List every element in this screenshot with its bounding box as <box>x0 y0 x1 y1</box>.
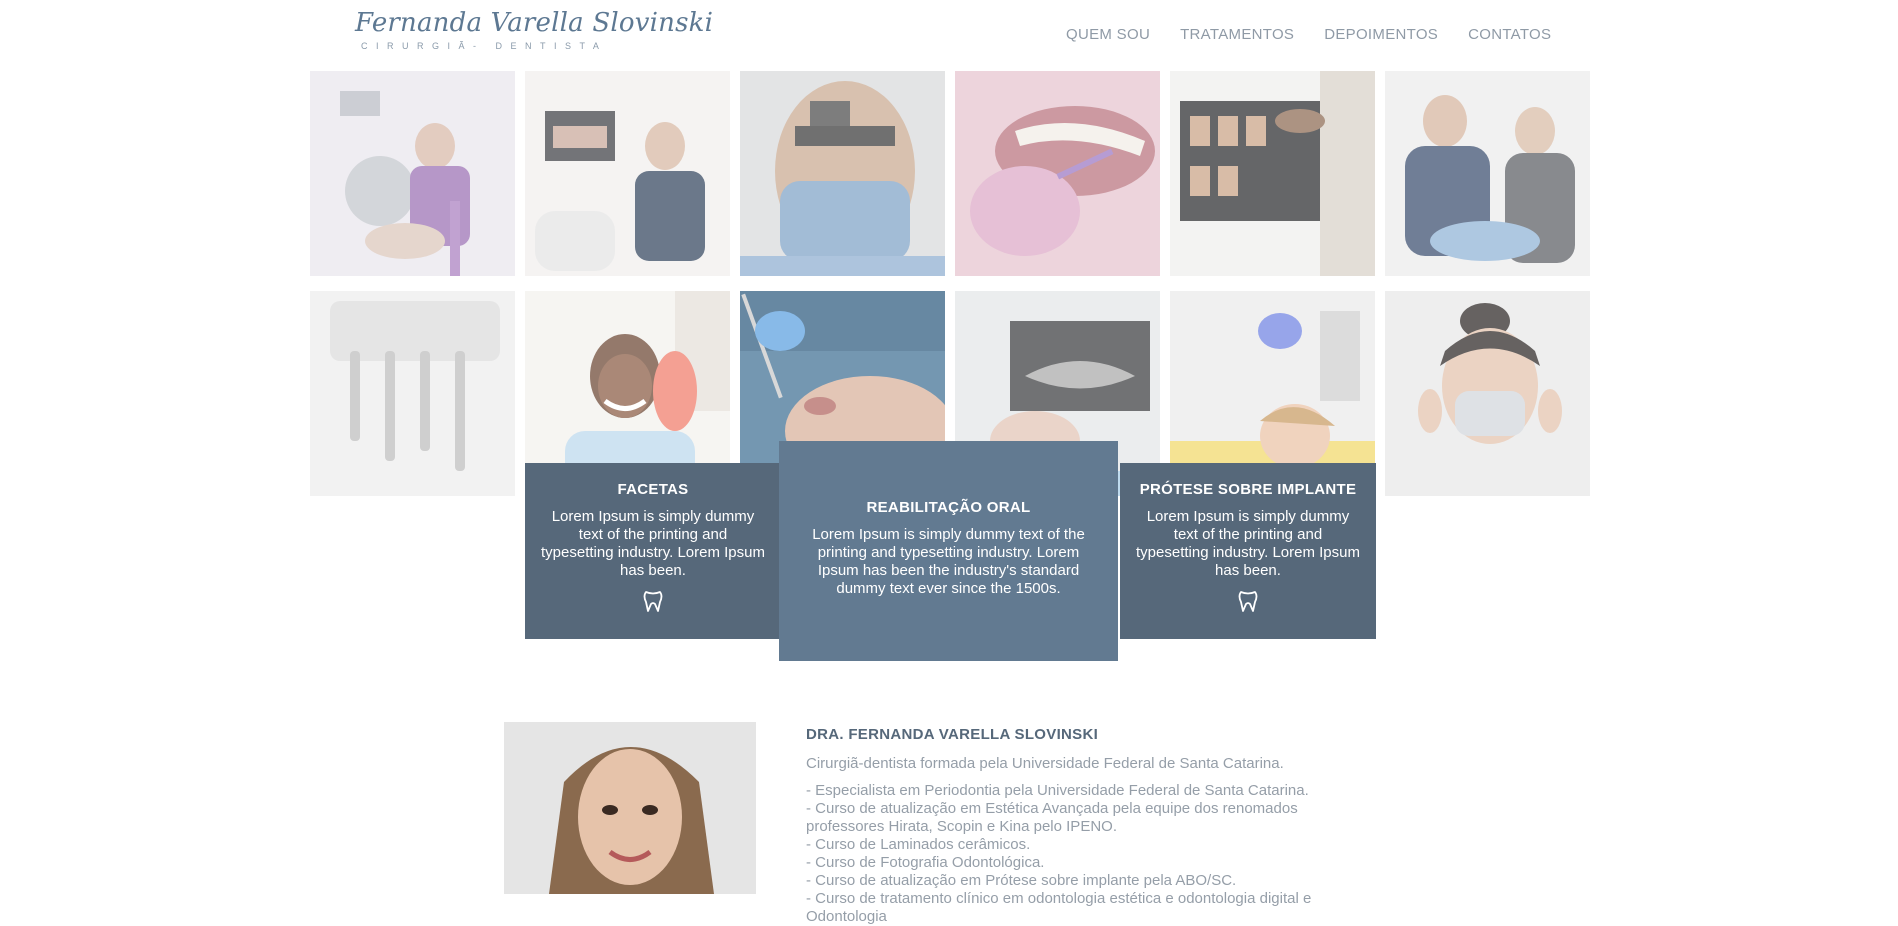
list-item: - Curso de Laminados cerâmicos. <box>806 836 1031 853</box>
nav-tratamentos[interactable]: TRATAMENTOS <box>1180 26 1294 43</box>
card-text: Lorem Ipsum is simply dummy text of the … <box>812 526 1085 597</box>
xray-film-review-photo <box>1170 71 1375 276</box>
doctor-portrait-photo <box>504 722 756 894</box>
list-item: - Curso de Fotografia Odontológica. <box>806 854 1045 871</box>
dental-chair-instruments-photo <box>310 291 515 496</box>
nav-depoimentos[interactable]: DEPOIMENTOS <box>1324 26 1438 43</box>
card-title: FACETAS <box>617 481 689 498</box>
site-logo[interactable]: Fernanda Varella Slovinski CIRURGIÃ- DEN… <box>355 8 713 51</box>
card-text: Lorem Ipsum is simply dummy text of the … <box>541 508 765 579</box>
about-name: DRA. FERNANDA VARELLA SLOVINSKI <box>806 726 1099 743</box>
card-title: REABILITAÇÃO ORAL <box>866 499 1031 516</box>
main-nav: QUEM SOU TRATAMENTOS DEPOIMENTOS CONTATO… <box>1066 26 1551 43</box>
list-item: - Curso de tratamento clínico em odontol… <box>806 890 1312 925</box>
credentials-list: - Especialista em Periodontia pela Unive… <box>806 782 1366 926</box>
woman-putting-on-mask-photo <box>1385 291 1590 496</box>
list-item: - Curso de atualização em Estética Avanç… <box>806 800 1298 835</box>
list-item: - Curso de atualização em Prótese sobre … <box>806 872 1237 889</box>
list-item: - Especialista em Periodontia pela Unive… <box>806 782 1309 799</box>
about-intro: Cirurgiã-dentista formada pela Universid… <box>806 755 1284 772</box>
tooth-icon <box>541 590 765 613</box>
dentist-at-xray-monitor-photo <box>525 71 730 276</box>
nav-contatos[interactable]: CONTATOS <box>1468 26 1551 43</box>
nav-quem-sou[interactable]: QUEM SOU <box>1066 26 1150 43</box>
dentist-with-microscope-photo <box>310 71 515 276</box>
card-text: Lorem Ipsum is simply dummy text of the … <box>1136 508 1360 579</box>
dental-team-treating-patient-photo <box>1385 71 1590 276</box>
dentist-with-mask-closeup-photo <box>740 71 945 276</box>
about-section: DRA. FERNANDA VARELLA SLOVINSKI Cirurgiã… <box>806 726 1366 926</box>
card-title: PRÓTESE SOBRE IMPLANTE <box>1139 481 1357 498</box>
card-reabilitacao-oral[interactable]: REABILITAÇÃO ORAL Lorem Ipsum is simply … <box>779 441 1118 661</box>
logo-subtitle: CIRURGIÃ- DENTISTA <box>361 41 608 51</box>
tooth-icon <box>1136 590 1360 613</box>
card-facetas[interactable]: FACETAS Lorem Ipsum is simply dummy text… <box>525 463 781 639</box>
gloved-mouth-exam-photo <box>955 71 1160 276</box>
card-protese-sobre-implante[interactable]: PRÓTESE SOBRE IMPLANTE Lorem Ipsum is si… <box>1120 463 1376 639</box>
logo-name: Fernanda Varella Slovinski <box>355 8 714 38</box>
